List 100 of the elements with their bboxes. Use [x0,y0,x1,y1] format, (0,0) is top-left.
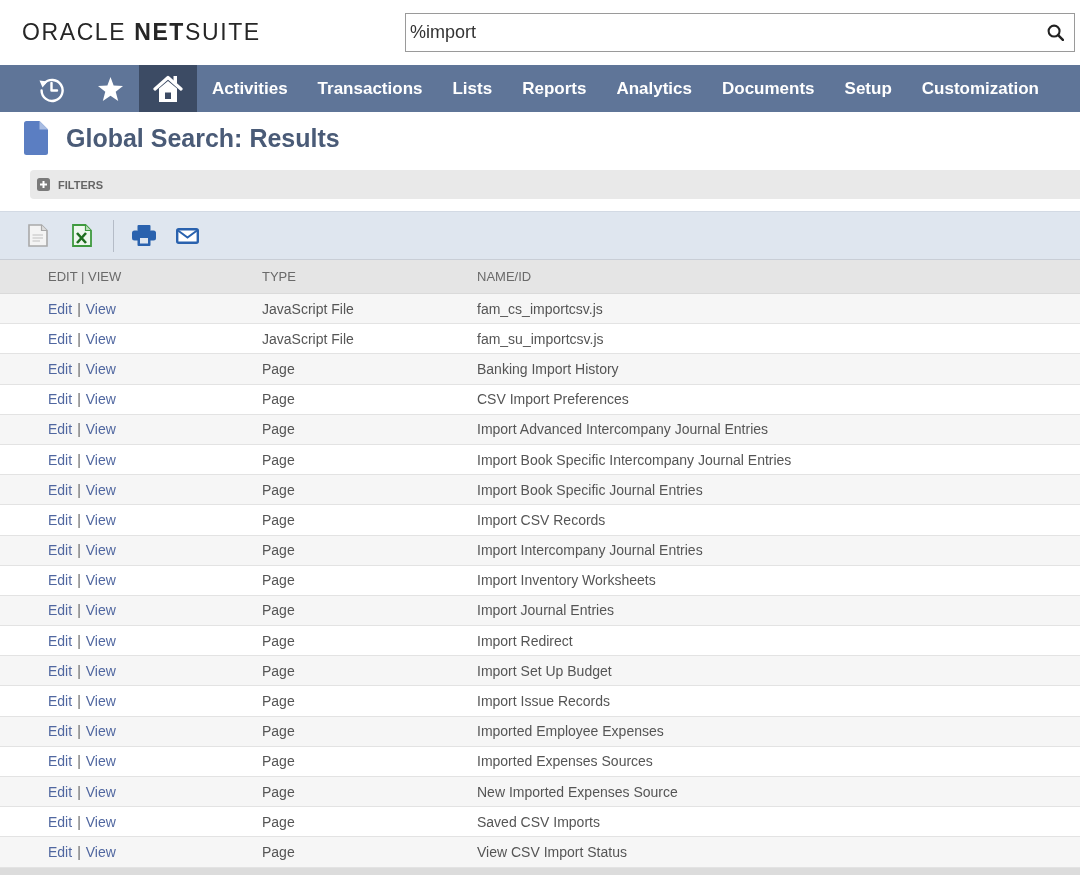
name-cell: Import Journal Entries [477,602,614,619]
type-cell: Page [262,783,295,800]
link-separator: | [77,330,81,347]
type-cell: Page [262,542,295,559]
name-cell: CSV Import Preferences [477,391,629,408]
view-link[interactable]: View [85,511,116,528]
oracle-netsuite-logo: ORACLE NETSUITE [22,19,262,46]
view-link[interactable]: View [85,813,116,830]
view-link[interactable]: View [85,602,116,619]
type-cell: Page [262,360,295,377]
link-separator: | [77,300,81,317]
search-field[interactable]: %import [405,13,1075,52]
view-link[interactable]: View [85,693,116,710]
edit-link[interactable]: Edit [48,662,73,679]
spreadsheet-icon[interactable] [72,224,92,247]
view-link[interactable]: View [85,451,116,468]
nav-menu-item[interactable]: Transactions [302,65,438,112]
nav-menu-item[interactable]: Documents [707,65,830,112]
nav-tab[interactable] [139,65,197,112]
name-cell: fam_su_importcsv.js [477,330,604,347]
nav-menu-item[interactable]: Lists [437,65,508,112]
view-link[interactable]: View [85,300,116,317]
link-separator: | [77,481,81,498]
edit-link[interactable]: Edit [48,481,73,498]
home-icon [153,74,183,103]
link-separator: | [77,511,81,528]
view-link[interactable]: View [85,843,116,860]
link-separator: | [77,421,81,438]
link-separator: | [77,632,81,649]
type-cell: Page [262,391,295,408]
page-icon [24,121,48,155]
name-cell: Import Book Specific Journal Entries [477,481,703,498]
nav-menu-item[interactable]: Activities [197,65,303,112]
edit-link[interactable]: Edit [48,753,73,770]
type-cell: Page [262,813,295,830]
link-separator: | [77,662,81,679]
nav-menu-item[interactable]: Reports [507,65,602,112]
view-link[interactable]: View [85,360,116,377]
type-cell: Page [262,723,295,740]
name-cell: Import Intercompany Journal Entries [477,542,703,559]
view-link[interactable]: View [85,542,116,559]
search-icon[interactable] [1047,24,1064,41]
view-link[interactable]: View [85,421,116,438]
name-cell: New Imported Expenses Source [477,783,678,800]
view-link[interactable]: View [85,753,116,770]
type-cell: Page [262,753,295,770]
edit-link[interactable]: Edit [48,813,73,830]
edit-link[interactable]: Edit [48,511,73,528]
edit-link[interactable]: Edit [48,542,73,559]
name-cell: Import Redirect [477,632,573,649]
type-cell: Page [262,662,295,679]
edit-link[interactable]: Edit [48,451,73,468]
view-link[interactable]: View [85,572,116,589]
filters-toggle[interactable]: FILTERS [30,178,103,191]
email-icon[interactable] [176,227,199,244]
page-title: Global Search: Results [66,123,340,153]
edit-link[interactable]: Edit [48,843,73,860]
name-cell: View CSV Import Status [477,843,627,860]
star-icon [97,76,123,101]
name-cell: Imported Employee Expenses [477,723,664,740]
link-separator: | [77,542,81,559]
column-header[interactable]: EDIT | VIEW [48,269,122,284]
view-link[interactable]: View [85,662,116,679]
view-link[interactable]: View [85,330,116,347]
edit-link[interactable]: Edit [48,330,73,347]
view-link[interactable]: View [85,391,116,408]
link-separator: | [77,783,81,800]
print-icon[interactable] [132,225,156,246]
type-cell: Page [262,421,295,438]
type-cell: Page [262,602,295,619]
nav-menu-item[interactable]: Setup [829,65,907,112]
edit-link[interactable]: Edit [48,693,73,710]
nav-menu-item[interactable]: Customization [906,65,1054,112]
edit-link[interactable]: Edit [48,572,73,589]
edit-link[interactable]: Edit [48,360,73,377]
view-link[interactable]: View [85,723,116,740]
type-cell: Page [262,693,295,710]
link-separator: | [77,360,81,377]
link-separator: | [77,723,81,740]
view-link[interactable]: View [85,481,116,498]
link-separator: | [77,843,81,860]
name-cell: Banking Import History [477,360,619,377]
view-link[interactable]: View [85,783,116,800]
column-header[interactable]: TYPE [262,269,296,284]
link-separator: | [77,391,81,408]
nav-menu-item[interactable]: Analytics [601,65,707,112]
edit-link[interactable]: Edit [48,421,73,438]
edit-link[interactable]: Edit [48,300,73,317]
column-header[interactable]: NAME/ID [477,269,532,284]
edit-link[interactable]: Edit [48,783,73,800]
type-cell: Page [262,572,295,589]
type-cell: Page [262,632,295,649]
name-cell: Import CSV Records [477,511,606,528]
view-link[interactable]: View [85,632,116,649]
edit-link[interactable]: Edit [48,632,73,649]
name-cell: Import Advanced Intercompany Journal Entries [477,421,769,438]
edit-link[interactable]: Edit [48,723,73,740]
edit-link[interactable]: Edit [48,391,73,408]
type-cell: Page [262,481,295,498]
edit-link[interactable]: Edit [48,602,73,619]
